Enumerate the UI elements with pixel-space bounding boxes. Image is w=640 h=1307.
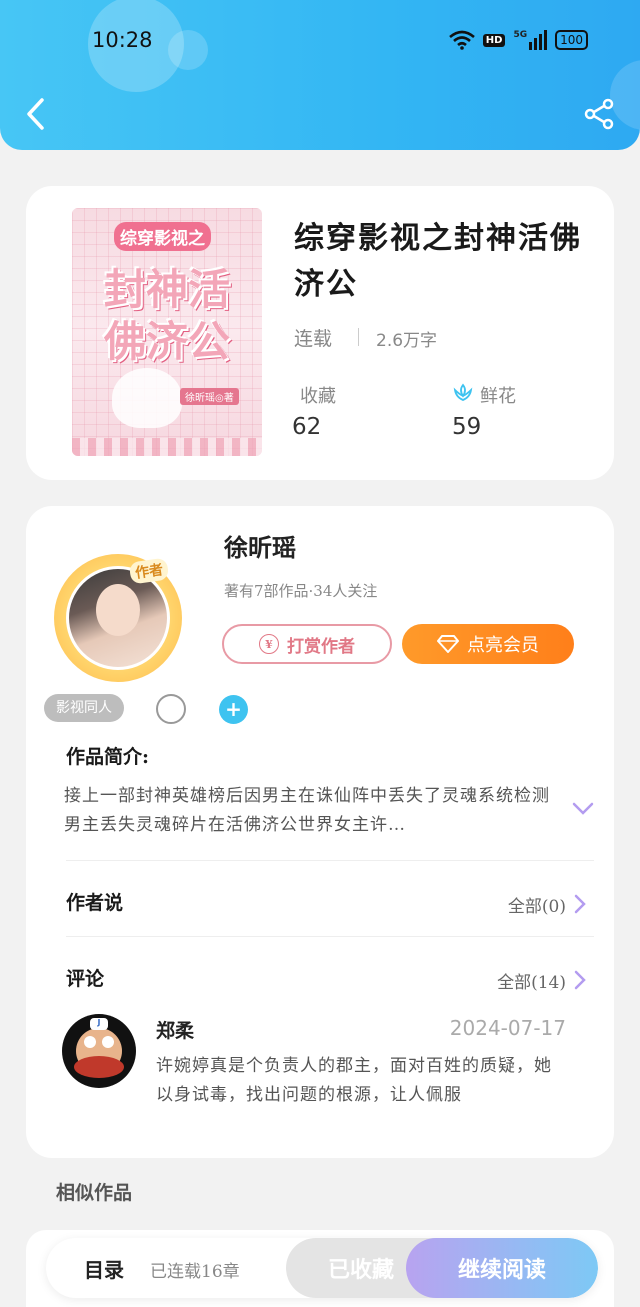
author-meta: 著有7部作品·34人关注 (224, 582, 378, 600)
battery-icon: 100 (555, 30, 588, 50)
author-name[interactable]: 徐昕瑶 (224, 528, 296, 563)
comments-title: 评论 (66, 968, 105, 990)
cover-title-line2: 佛济公 (103, 317, 230, 366)
header: 10:28 HD 5G 100 (0, 0, 640, 150)
intro-text: 接上一部封神英雄榜后因男主在诛仙阵中丢失了灵魂系统检测男主丢失灵魂碎片在活佛济公… (64, 786, 550, 835)
avatar[interactable]: J (62, 1014, 136, 1088)
chevron-down-icon[interactable] (572, 802, 594, 816)
word-count: 2.6万字 (376, 331, 438, 351)
book-cover[interactable]: 综穿影视之 封神活 佛济公 徐昕瑶◎著 (72, 208, 262, 456)
book-title: 综穿影视之封神活佛济公 (294, 221, 582, 302)
comment-text: 许婉婷真是个负责人的郡主，面对百姓的质疑，她以身试毒，找出问题的根源，让人佩服 (156, 1056, 552, 1105)
genre-tag[interactable]: 影视同人 (44, 694, 124, 722)
signal-icon: 5G (513, 30, 548, 50)
favorites-label: 收藏 (300, 386, 336, 407)
tip-author-label: 打赏作者 (287, 636, 355, 657)
cover-author-tag: 徐昕瑶◎著 (180, 388, 239, 405)
author-says-more-link[interactable]: 全部(0) (508, 892, 566, 917)
chevron-right-icon[interactable] (574, 970, 586, 990)
intro-title: 作品简介: (66, 746, 150, 768)
flower-icon (453, 383, 473, 401)
similar-works-title: 相似作品 (56, 1182, 133, 1204)
diamond-icon (437, 635, 459, 653)
divider (66, 936, 594, 937)
back-icon[interactable] (22, 96, 52, 132)
share-icon[interactable] (584, 98, 616, 130)
cover-illustration (112, 368, 182, 428)
detail-card: 作者 徐昕瑶 著有7部作品·34人关注 ¥ 打赏作者 点亮会员 影视同人 + 作… (26, 506, 614, 1158)
flowers-label: 鲜花 (480, 386, 516, 407)
toc-button[interactable]: 目录 (84, 1254, 124, 1283)
add-tag-button[interactable]: + (219, 695, 248, 724)
author-says-title: 作者说 (66, 892, 124, 914)
comments-more-link[interactable]: 全部(14) (497, 968, 566, 993)
coin-icon: ¥ (259, 634, 279, 654)
book-status: 连载 (294, 328, 333, 350)
book-info-card: 综穿影视之 封神活 佛济公 徐昕瑶◎著 综穿影视之封神活佛济公 连载 2.6万字… (26, 186, 614, 480)
network-type: 5G (513, 30, 528, 40)
chapter-count: 已连载16章 (150, 1262, 240, 1282)
hd-icon: HD (482, 33, 506, 47)
cover-subtitle: 综穿影视之 (114, 222, 211, 251)
divider (358, 328, 359, 346)
favorites-count: 62 (292, 414, 322, 440)
tip-author-button[interactable]: ¥ 打赏作者 (222, 624, 392, 664)
status-icons: HD 5G 100 (448, 30, 588, 50)
flowers-count: 59 (452, 414, 482, 440)
comment-author[interactable]: 郑柔 (156, 1016, 194, 1043)
decor-bubble (168, 30, 208, 70)
wifi-icon (448, 30, 475, 50)
divider (66, 860, 594, 861)
continue-reading-button[interactable]: 继续阅读 (406, 1238, 598, 1298)
vip-button[interactable]: 点亮会员 (402, 624, 574, 664)
vip-button-label: 点亮会员 (467, 635, 539, 656)
comment-date: 2024-07-17 (449, 1016, 566, 1040)
status-time: 10:28 (92, 28, 153, 52)
bottom-action-bar: 目录 已连载16章 已收藏 继续阅读 (46, 1238, 598, 1298)
chevron-right-icon[interactable] (574, 894, 586, 914)
tag-placeholder[interactable] (156, 694, 186, 724)
